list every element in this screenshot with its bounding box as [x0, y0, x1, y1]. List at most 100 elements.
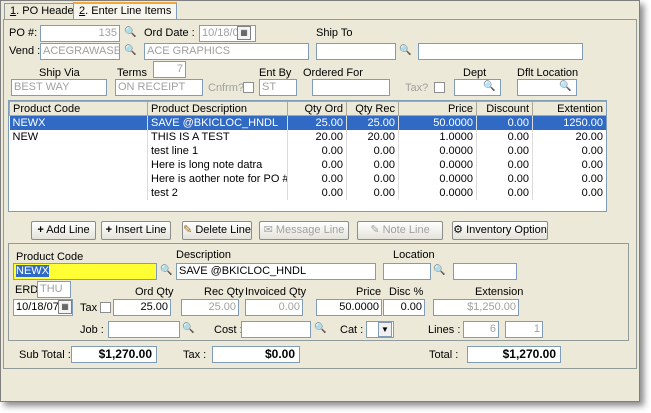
tax-total-label: Tax : [183, 349, 207, 361]
plus-icon: + [37, 224, 44, 236]
job-field[interactable] [108, 321, 180, 338]
rec-qty-label: Rec Qty [204, 286, 244, 298]
cost-label: Cost : [214, 324, 243, 336]
tax-checkbox[interactable] [100, 302, 111, 313]
cell-qty-rec: 0.00 [346, 185, 399, 200]
order-date-label: Ord Date : [144, 27, 195, 39]
column-header[interactable]: Qty Ord [287, 101, 347, 116]
binoculars-icon[interactable]: 🔍 [312, 321, 329, 337]
cell-price: 0.0000 [398, 143, 477, 158]
cell-qty-ord: 0.00 [287, 157, 347, 172]
tax-checkbox[interactable] [434, 82, 445, 93]
subtotal-value: $1,270.00 [71, 346, 157, 363]
po-label: PO #: [9, 27, 38, 39]
binoculars-icon[interactable]: 🔍 [481, 79, 498, 95]
ship-via-field[interactable]: BEST WAY [11, 79, 107, 96]
po-number-field[interactable]: 135 [40, 25, 120, 42]
cell-qty-rec: 25.00 [346, 115, 399, 130]
tab-po-header[interactable]: 1. PO Header [4, 3, 84, 20]
chevron-down-icon[interactable]: ▼ [378, 322, 392, 337]
erd-day-field[interactable]: THU [37, 281, 71, 298]
cell-description: SAVE @BKICLOC_HNDL [147, 115, 288, 130]
price-label: Price [356, 286, 382, 298]
extension-field[interactable]: $1,250.00 [433, 299, 519, 316]
description-field[interactable]: SAVE @BKICLOC_HNDL [176, 263, 376, 280]
calendar-icon[interactable]: ▦ [58, 300, 72, 314]
vendor-label: Vend : [9, 45, 41, 57]
table-row[interactable]: test 2 0.00 0.00 0.0000 0.00 0.00 [9, 185, 606, 200]
calendar-icon[interactable]: ▦ [237, 26, 251, 40]
price-field[interactable]: 50.0000 [316, 299, 382, 316]
ord-qty-label: Ord Qty [135, 286, 174, 298]
ordered-for-field[interactable] [312, 79, 390, 96]
note-line-button[interactable]: ✎ Note Line [357, 221, 443, 240]
table-row[interactable]: Here is long note datra 0.00 0.00 0.0000… [9, 157, 606, 172]
cell-code [9, 171, 148, 186]
button-label: Delete Line [195, 224, 251, 236]
column-header[interactable]: Product Code [9, 101, 148, 116]
message-icon: ✉ [263, 224, 273, 236]
cell-description: Here is long note datra [147, 157, 288, 172]
total-value: $1,270.00 [467, 346, 561, 363]
cell-extension: 0.00 [532, 185, 606, 200]
table-row[interactable]: Here is aother note for PO # 1 0.00 0.00… [9, 171, 606, 186]
tab-key: 1 [10, 5, 17, 17]
ship-to-name-field[interactable] [418, 43, 583, 60]
table-row[interactable]: test line 1 0.00 0.00 0.0000 0.00 0.00 [9, 143, 606, 158]
note-icon: ✎ [370, 224, 380, 236]
binoculars-icon[interactable]: 🔍 [397, 43, 414, 59]
cell-description: test line 1 [147, 143, 288, 158]
disc-field[interactable]: 0.00 [383, 299, 425, 316]
column-header[interactable]: Product Description [147, 101, 288, 116]
insert-line-button[interactable]: + Insert Line [101, 221, 171, 240]
vendor-name-field[interactable]: ACE GRAPHICS [144, 43, 309, 60]
table-row[interactable]: NEW THIS IS A TEST 20.00 20.00 1.0000 0.… [9, 129, 606, 144]
vendor-code-field[interactable]: ACEGRAWASE [40, 43, 120, 60]
binoculars-icon[interactable]: 🔍 [158, 263, 175, 279]
terms-days-field[interactable]: 7 [153, 61, 186, 78]
table-row[interactable]: NEWX SAVE @BKICLOC_HNDL 25.00 25.00 50.0… [9, 115, 606, 130]
delete-line-button[interactable]: ✎ Delete Line [182, 221, 252, 240]
binoculars-icon[interactable]: 🔍 [557, 79, 574, 95]
column-header[interactable]: Discount [476, 101, 533, 116]
column-header[interactable]: Qty Rec [346, 101, 399, 116]
cell-extension: 20.00 [532, 129, 606, 144]
column-header[interactable]: Extention [532, 101, 606, 116]
add-line-button[interactable]: + Add Line [31, 221, 96, 240]
button-label: Add Line [46, 224, 90, 236]
binoculars-icon[interactable]: 🔍 [180, 321, 197, 337]
button-label: Insert Line [115, 224, 167, 236]
location-name-field[interactable] [453, 263, 517, 280]
plus-icon: + [105, 224, 112, 236]
location-field[interactable] [383, 263, 431, 280]
cell-code: NEW [9, 129, 148, 144]
rec-qty-field[interactable]: 25.00 [181, 299, 239, 316]
lines-label: Lines : [428, 324, 461, 336]
cost-field[interactable] [241, 321, 311, 338]
binoculars-icon[interactable]: 🔍 [431, 263, 448, 279]
line-items-grid[interactable]: Product Code Product Description Qty Ord… [8, 100, 607, 212]
cell-qty-ord: 20.00 [287, 129, 347, 144]
entered-by-field[interactable]: ST [259, 79, 297, 96]
cell-code [9, 143, 148, 158]
confirm-label: Cnfrm? [208, 82, 245, 94]
column-header[interactable]: Price [398, 101, 477, 116]
description-label: Description [176, 249, 232, 261]
product-code-field[interactable]: NEWX [13, 263, 157, 280]
tab-key: 2 [79, 5, 86, 17]
binoculars-icon[interactable]: 🔍 [122, 43, 139, 59]
cell-qty-rec: 0.00 [346, 171, 399, 186]
confirm-checkbox[interactable] [243, 82, 254, 93]
invoiced-qty-field[interactable]: 0.00 [245, 299, 303, 316]
ord-qty-field[interactable]: 25.00 [113, 299, 171, 316]
inventory-option-button[interactable]: ⚙ Inventory Option [452, 221, 548, 240]
ship-to-code-field[interactable] [316, 43, 396, 60]
message-line-button[interactable]: ✉ Message Line [259, 221, 349, 240]
job-label: Job : [80, 324, 104, 336]
terms-field[interactable]: ON RECEIPT [115, 79, 203, 96]
cell-qty-rec: 0.00 [346, 143, 399, 158]
cell-qty-rec: 20.00 [346, 129, 399, 144]
ship-to-label: Ship To [316, 27, 353, 39]
binoculars-icon[interactable]: 🔍 [122, 25, 139, 41]
cell-qty-ord: 0.00 [287, 143, 347, 158]
